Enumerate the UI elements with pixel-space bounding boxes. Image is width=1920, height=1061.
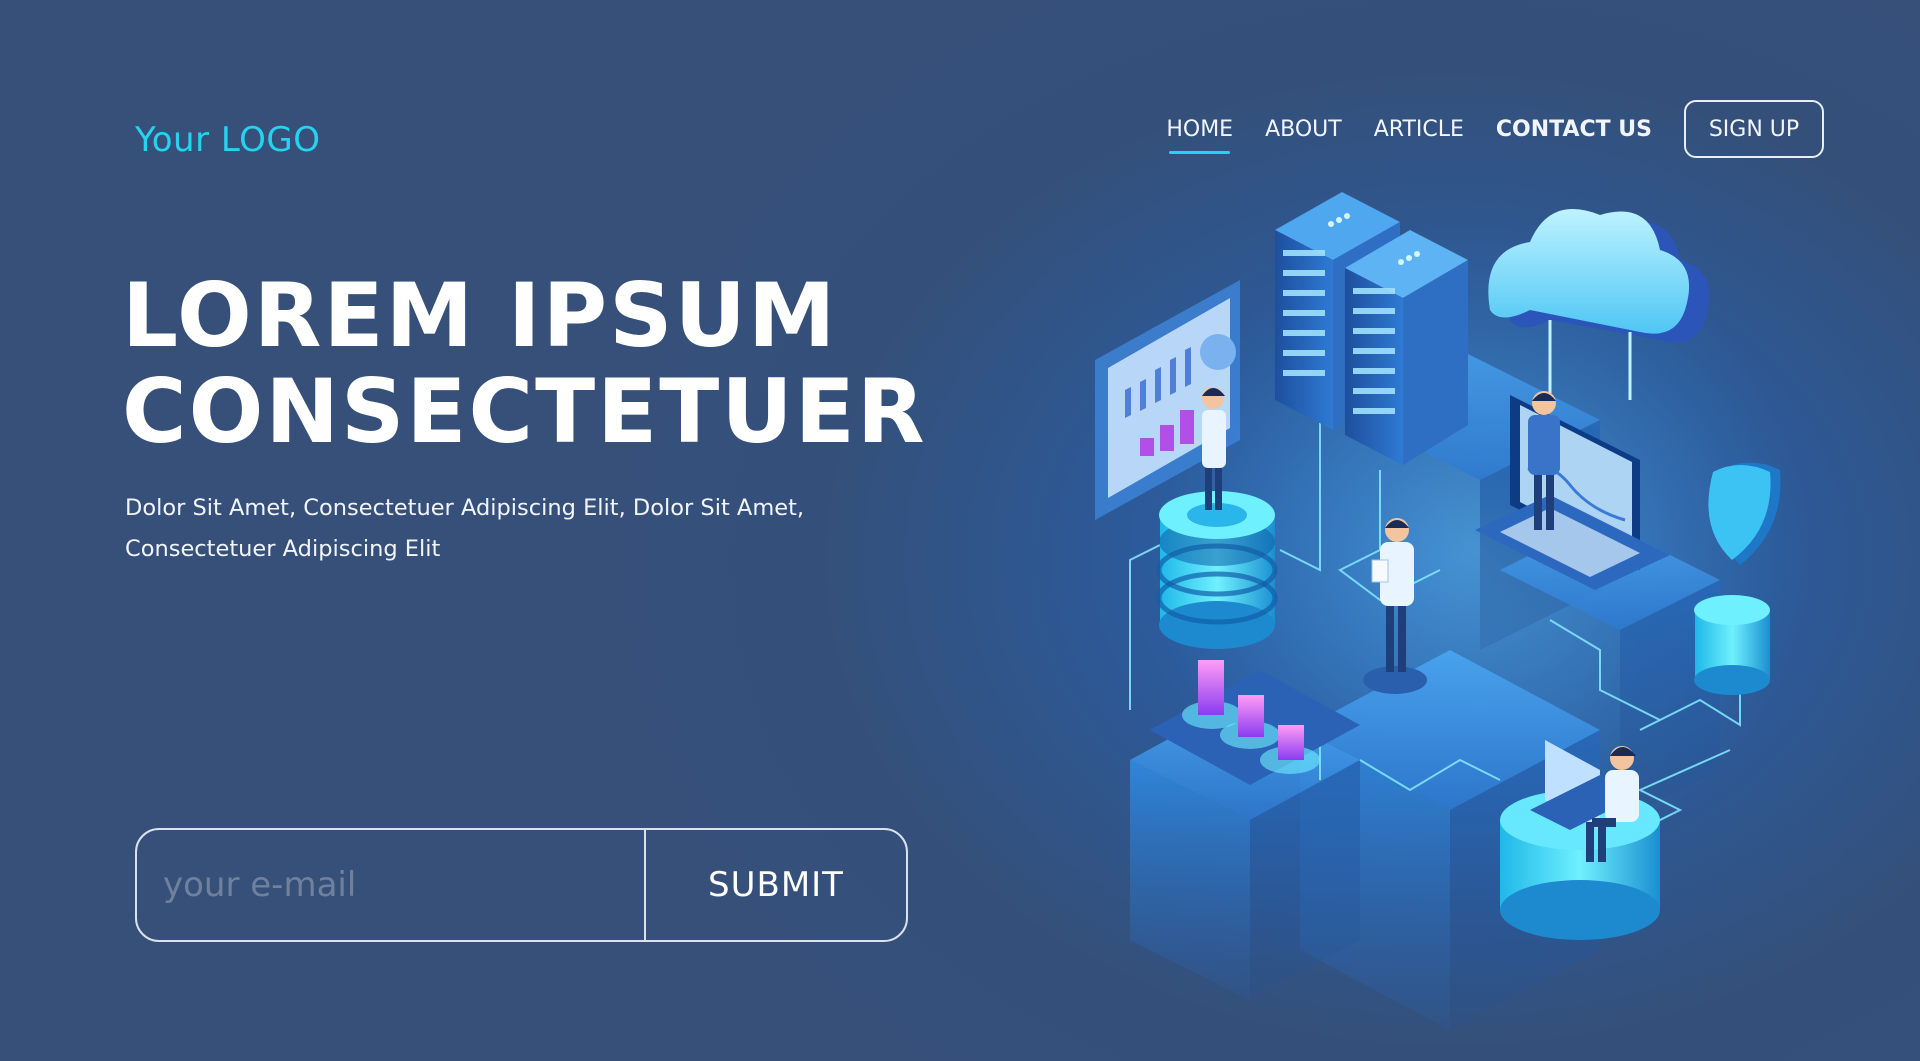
hero-subtitle-line-1: Dolor Sit Amet, Consectetuer Adipiscing … — [125, 495, 805, 521]
nav-item-article[interactable]: ARTICLE — [1374, 117, 1464, 142]
nav-item-home[interactable]: HOME — [1166, 117, 1233, 154]
hero-title-line-1: LOREM IPSUM — [122, 264, 838, 367]
nav-item-about[interactable]: ABOUT — [1265, 117, 1342, 142]
top-navigation: HOME ABOUT ARTICLE CONTACT US SIGN UP — [1166, 100, 1824, 158]
submit-button[interactable]: SUBMIT — [646, 830, 906, 940]
landing-page: Your LOGO HOME ABOUT ARTICLE CONTACT US … — [0, 0, 1920, 1061]
database-icon — [1156, 491, 1278, 649]
hero-title: LOREM IPSUM CONSECTETUER — [122, 268, 1002, 460]
logo[interactable]: Your LOGO — [135, 120, 321, 160]
sign-up-button[interactable]: SIGN UP — [1684, 100, 1824, 158]
hero-subtitle: Dolor Sit Amet, Consectetuer Adipiscing … — [125, 488, 885, 570]
hero-title-line-2: CONSECTETUER — [122, 360, 927, 463]
email-input[interactable] — [137, 830, 646, 940]
email-signup-form: SUBMIT — [135, 828, 908, 942]
isometric-data-center-illustration — [1095, 192, 1810, 1030]
hero-subtitle-line-2: Consectetuer Adipiscing Elit — [125, 536, 441, 562]
nav-item-contact-us[interactable]: CONTACT US — [1496, 117, 1652, 142]
